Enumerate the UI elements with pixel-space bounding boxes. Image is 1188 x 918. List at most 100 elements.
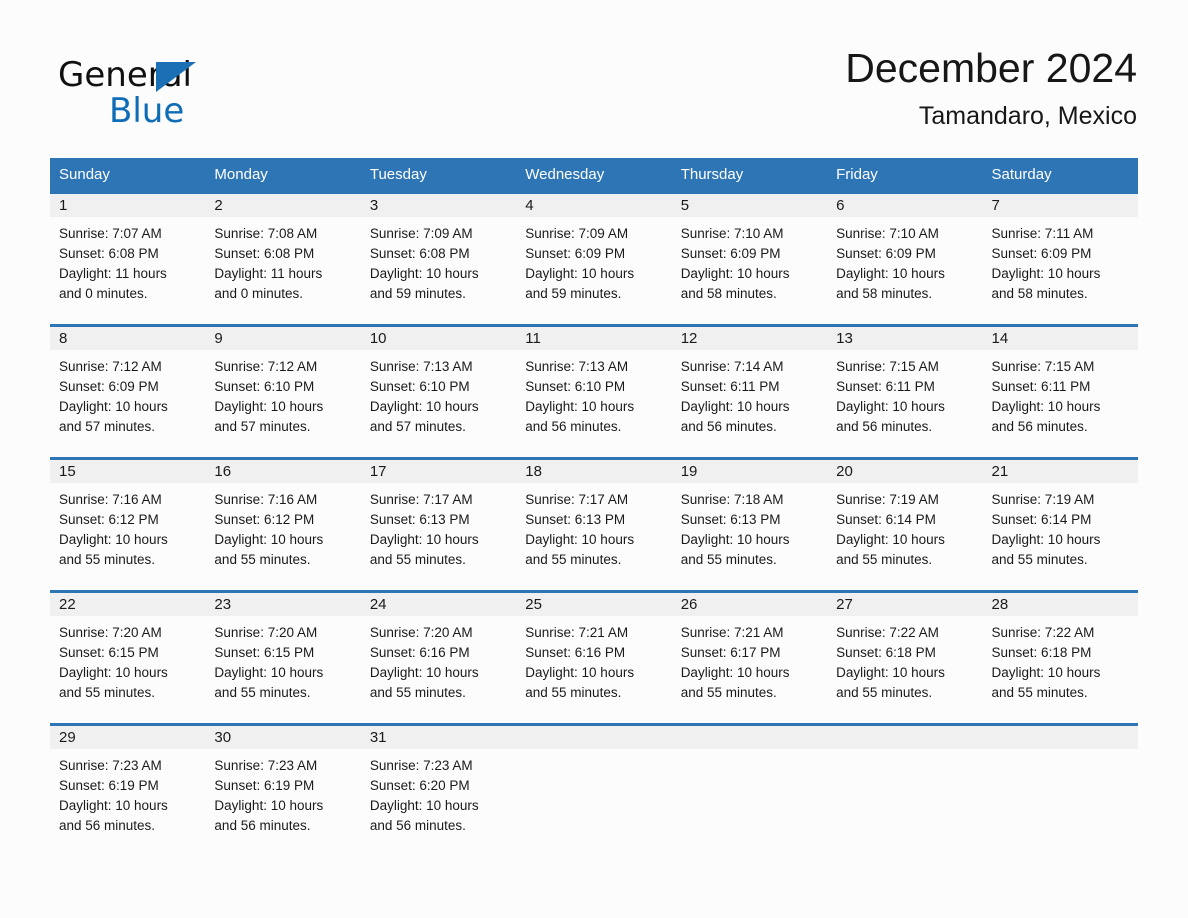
day-cell-31[interactable]: 31 Sunrise: 7:23 AM Sunset: 6:20 PM Dayligh…: [360, 723, 517, 856]
day-cell-22[interactable]: 22 Sunrise: 7:20 AM Sunset: 6:15 PM Dayligh…: [50, 590, 206, 723]
daylight-duration-line1: Daylight: 10 hours: [214, 665, 324, 680]
day-cell-6[interactable]: 6 Sunrise: 7:10 AM Sunset: 6:09 PM Daylight…: [827, 191, 983, 324]
daylight-duration-line1: Daylight: 10 hours: [836, 532, 945, 547]
daylight-duration-line2: and 58 minutes.: [680, 286, 777, 301]
day-cell-16[interactable]: 16 Sunrise: 7:16 AM Sunset: 6:12 PM Dayligh…: [205, 457, 361, 590]
day-details: Sunrise: 7:12 AM Sunset: 6:09 PM Daylight:…: [50, 350, 205, 437]
daylight-duration-line1: Daylight: 10 hours: [525, 665, 635, 680]
day-cell-1[interactable]: 1 Sunrise: 7:07 AM Sunset: 6:08 PM Daylight…: [50, 191, 206, 324]
sunset-time: Sunset: 6:09 PM: [680, 246, 781, 261]
day-cell-8[interactable]: 8 Sunrise: 7:12 AM Sunset: 6:09 PM Daylight…: [50, 324, 206, 457]
day-details: Sunrise: 7:10 AM Sunset: 6:09 PM Daylight:…: [827, 217, 982, 304]
daylight-duration-line2: and 0 minutes.: [214, 286, 303, 301]
daylight-duration-line2: and 56 minutes.: [214, 818, 311, 833]
calendar-cell: 4 Sunrise: 7:09 AM Sunset: 6:09 PM Daylight…: [516, 191, 672, 324]
calendar-cell: 5 Sunrise: 7:10 AM Sunset: 6:09 PM Daylight…: [671, 191, 828, 324]
day-cell-empty: [516, 723, 672, 856]
daylight-duration-line2: and 56 minutes.: [680, 419, 777, 434]
day-cell-3[interactable]: 3 Sunrise: 7:09 AM Sunset: 6:08 PM Daylight…: [360, 191, 517, 324]
day-details: Sunrise: 7:19 AM Sunset: 6:14 PM Daylight:…: [827, 483, 982, 570]
daylight-duration-line1: Daylight: 10 hours: [991, 399, 1101, 414]
day-cell-29[interactable]: 29 Sunrise: 7:23 AM Sunset: 6:19 PM Dayligh…: [50, 723, 206, 856]
sunset-time: Sunset: 6:08 PM: [369, 246, 470, 261]
sunrise-time: Sunrise: 7:16 AM: [214, 492, 318, 507]
day-details: Sunrise: 7:21 AM Sunset: 6:16 PM Daylight:…: [516, 616, 671, 703]
day-number: 14: [982, 327, 1138, 350]
day-number: 4: [516, 194, 672, 217]
day-cell-24[interactable]: 24 Sunrise: 7:20 AM Sunset: 6:16 PM Dayligh…: [360, 590, 517, 723]
sunrise-time: Sunrise: 7:17 AM: [525, 492, 629, 507]
calendar-cell: 3 Sunrise: 7:09 AM Sunset: 6:08 PM Daylight…: [360, 191, 517, 324]
daylight-duration-line2: and 55 minutes.: [214, 685, 311, 700]
day-number: 6: [827, 194, 983, 217]
day-cell-14[interactable]: 14 Sunrise: 7:15 AM Sunset: 6:11 PM Dayligh…: [982, 324, 1138, 457]
day-cell-13[interactable]: 13 Sunrise: 7:15 AM Sunset: 6:11 PM Dayligh…: [827, 324, 983, 457]
day-details: Sunrise: 7:20 AM Sunset: 6:15 PM Daylight:…: [50, 616, 205, 703]
day-cell-25[interactable]: 25 Sunrise: 7:21 AM Sunset: 6:16 PM Dayligh…: [516, 590, 672, 723]
daylight-duration-line1: Daylight: 10 hours: [214, 532, 324, 547]
sunset-time: Sunset: 6:14 PM: [991, 512, 1092, 527]
daylight-duration-line1: Daylight: 10 hours: [369, 665, 479, 680]
calendar-week-row: 29 Sunrise: 7:23 AM Sunset: 6:19 PM Dayligh…: [50, 723, 1138, 856]
day-number: [827, 726, 983, 749]
day-cell-10[interactable]: 10 Sunrise: 7:13 AM Sunset: 6:10 PM Dayligh…: [360, 324, 517, 457]
sunrise-time: Sunrise: 7:20 AM: [369, 625, 473, 640]
day-cell-26[interactable]: 26 Sunrise: 7:21 AM Sunset: 6:17 PM Dayligh…: [671, 590, 828, 723]
day-details: Sunrise: 7:23 AM Sunset: 6:20 PM Daylight:…: [361, 749, 516, 836]
day-cell-19[interactable]: 19 Sunrise: 7:18 AM Sunset: 6:13 PM Dayligh…: [671, 457, 828, 590]
sunrise-sunset-calendar: Sunday Monday Tuesday Wednesday Thursday Frid…: [50, 158, 1138, 856]
day-cell-2[interactable]: 2 Sunrise: 7:08 AM Sunset: 6:08 PM Daylight…: [205, 191, 361, 324]
day-cell-4[interactable]: 4 Sunrise: 7:09 AM Sunset: 6:09 PM Daylight…: [516, 191, 672, 324]
day-cell-21[interactable]: 21 Sunrise: 7:19 AM Sunset: 6:14 PM Dayligh…: [982, 457, 1138, 590]
weekday-header-sunday: Sunday: [50, 158, 206, 191]
day-cell-27[interactable]: 27 Sunrise: 7:22 AM Sunset: 6:18 PM Dayligh…: [827, 590, 983, 723]
day-cell-12[interactable]: 12 Sunrise: 7:14 AM Sunset: 6:11 PM Dayligh…: [671, 324, 828, 457]
day-cell-11[interactable]: 11 Sunrise: 7:13 AM Sunset: 6:10 PM Dayligh…: [516, 324, 672, 457]
sunset-time: Sunset: 6:16 PM: [525, 645, 626, 660]
day-details: Sunrise: 7:15 AM Sunset: 6:11 PM Daylight:…: [827, 350, 982, 437]
day-number: 18: [516, 460, 672, 483]
daylight-duration-line1: Daylight: 10 hours: [991, 266, 1101, 281]
sunset-time: Sunset: 6:11 PM: [680, 379, 780, 394]
calendar-cell: [982, 723, 1138, 856]
day-cell-20[interactable]: 20 Sunrise: 7:19 AM Sunset: 6:14 PM Dayligh…: [827, 457, 983, 590]
general-blue-logo[interactable]: General Blue: [58, 52, 258, 132]
sunset-time: Sunset: 6:09 PM: [59, 379, 159, 394]
sunrise-time: Sunrise: 7:08 AM: [214, 226, 318, 241]
weekday-header-friday: Friday: [827, 158, 983, 191]
daylight-duration-line2: and 55 minutes.: [214, 552, 311, 567]
calendar-cell: 10 Sunrise: 7:13 AM Sunset: 6:10 PM Dayligh…: [360, 324, 517, 457]
day-cell-23[interactable]: 23 Sunrise: 7:20 AM Sunset: 6:15 PM Dayligh…: [205, 590, 361, 723]
day-number: 26: [671, 593, 828, 616]
day-details: Sunrise: 7:23 AM Sunset: 6:19 PM Daylight:…: [205, 749, 360, 836]
day-cell-17[interactable]: 17 Sunrise: 7:17 AM Sunset: 6:13 PM Dayligh…: [360, 457, 517, 590]
daylight-duration-line1: Daylight: 10 hours: [214, 798, 324, 813]
day-cell-5[interactable]: 5 Sunrise: 7:10 AM Sunset: 6:09 PM Daylight…: [671, 191, 828, 324]
daylight-duration-line1: Daylight: 10 hours: [369, 399, 479, 414]
day-number: 1: [50, 194, 206, 217]
sunset-time: Sunset: 6:13 PM: [680, 512, 781, 527]
daylight-duration-line2: and 55 minutes.: [680, 685, 777, 700]
day-cell-empty: [671, 723, 828, 856]
sunset-time: Sunset: 6:10 PM: [214, 379, 315, 394]
day-cell-18[interactable]: 18 Sunrise: 7:17 AM Sunset: 6:13 PM Dayligh…: [516, 457, 672, 590]
sunrise-time: Sunrise: 7:19 AM: [991, 492, 1095, 507]
daylight-duration-line2: and 55 minutes.: [369, 685, 466, 700]
weekday-header-row: Sunday Monday Tuesday Wednesday Thursday Frid…: [50, 158, 1138, 191]
day-details: Sunrise: 7:22 AM Sunset: 6:18 PM Daylight:…: [827, 616, 982, 703]
daylight-duration-line2: and 55 minutes.: [369, 552, 466, 567]
sunrise-time: Sunrise: 7:14 AM: [680, 359, 784, 374]
day-number: 16: [205, 460, 361, 483]
day-details: Sunrise: 7:07 AM Sunset: 6:08 PM Daylight:…: [50, 217, 205, 304]
day-cell-30[interactable]: 30 Sunrise: 7:23 AM Sunset: 6:19 PM Dayligh…: [205, 723, 361, 856]
day-cell-28[interactable]: 28 Sunrise: 7:22 AM Sunset: 6:18 PM Dayligh…: [982, 590, 1138, 723]
sunrise-time: Sunrise: 7:23 AM: [214, 758, 318, 773]
day-number: 21: [982, 460, 1138, 483]
day-details: Sunrise: 7:09 AM Sunset: 6:09 PM Daylight:…: [516, 217, 671, 304]
day-cell-15[interactable]: 15 Sunrise: 7:16 AM Sunset: 6:12 PM Dayligh…: [50, 457, 206, 590]
day-cell-9[interactable]: 9 Sunrise: 7:12 AM Sunset: 6:10 PM Daylight…: [205, 324, 361, 457]
sunrise-time: Sunrise: 7:13 AM: [525, 359, 629, 374]
daylight-duration-line2: and 55 minutes.: [59, 552, 156, 567]
calendar-cell: 6 Sunrise: 7:10 AM Sunset: 6:09 PM Daylight…: [827, 191, 983, 324]
day-cell-7[interactable]: 7 Sunrise: 7:11 AM Sunset: 6:09 PM Daylight…: [982, 191, 1138, 324]
